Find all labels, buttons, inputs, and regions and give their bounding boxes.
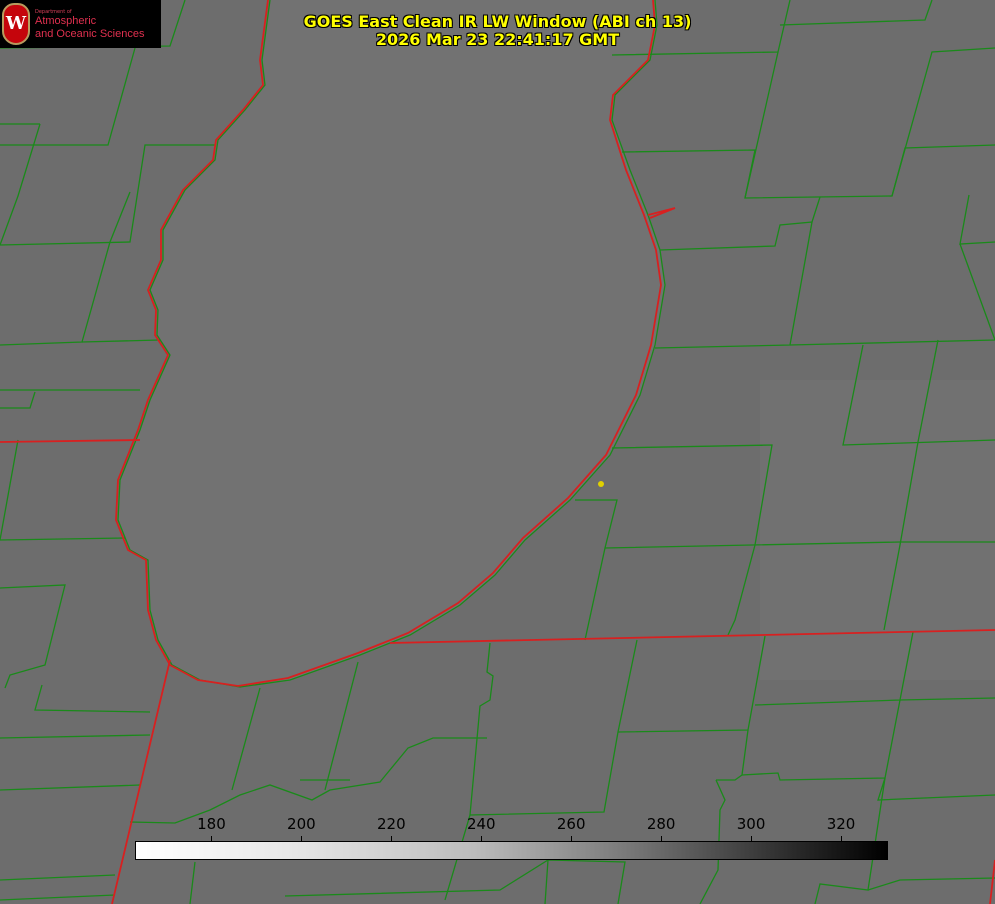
temperature-colorbar: [135, 841, 888, 860]
colorbar-tick-mark: [661, 836, 662, 841]
colorbar-tick-label: 260: [557, 815, 586, 833]
colorbar-tick-label: 220: [377, 815, 406, 833]
colorbar-tick-label: 240: [467, 815, 496, 833]
colorbar-tick-mark: [841, 836, 842, 841]
image-timestamp: 2026 Mar 23 22:41:17 GMT: [300, 30, 695, 49]
logo-line1: Atmospheric: [35, 15, 96, 27]
colorbar-tick-label: 300: [737, 815, 766, 833]
logo-line2: and Oceanic Sciences: [35, 28, 144, 40]
colorbar-tick-label: 280: [647, 815, 676, 833]
uw-aos-logo: W Department of Atmospheric and Oceanic …: [0, 0, 161, 48]
colorbar-tick-label: 320: [827, 815, 856, 833]
colorbar-tick-label: 200: [287, 815, 316, 833]
satellite-image-view: W Department of Atmospheric and Oceanic …: [0, 0, 995, 904]
map-layer: [0, 0, 995, 904]
colorbar-tick-label: 180: [197, 815, 226, 833]
colorbar-tick-mark: [751, 836, 752, 841]
colorbar-tick-mark: [301, 836, 302, 841]
image-title: GOES East Clean IR LW Window (ABI ch 13): [300, 12, 695, 31]
location-marker: [598, 481, 604, 487]
colorbar-tick-mark: [481, 836, 482, 841]
uw-crest-icon: W: [2, 3, 30, 45]
colorbar-tick-mark: [571, 836, 572, 841]
colorbar-tick-mark: [211, 836, 212, 841]
colorbar-tick-mark: [391, 836, 392, 841]
